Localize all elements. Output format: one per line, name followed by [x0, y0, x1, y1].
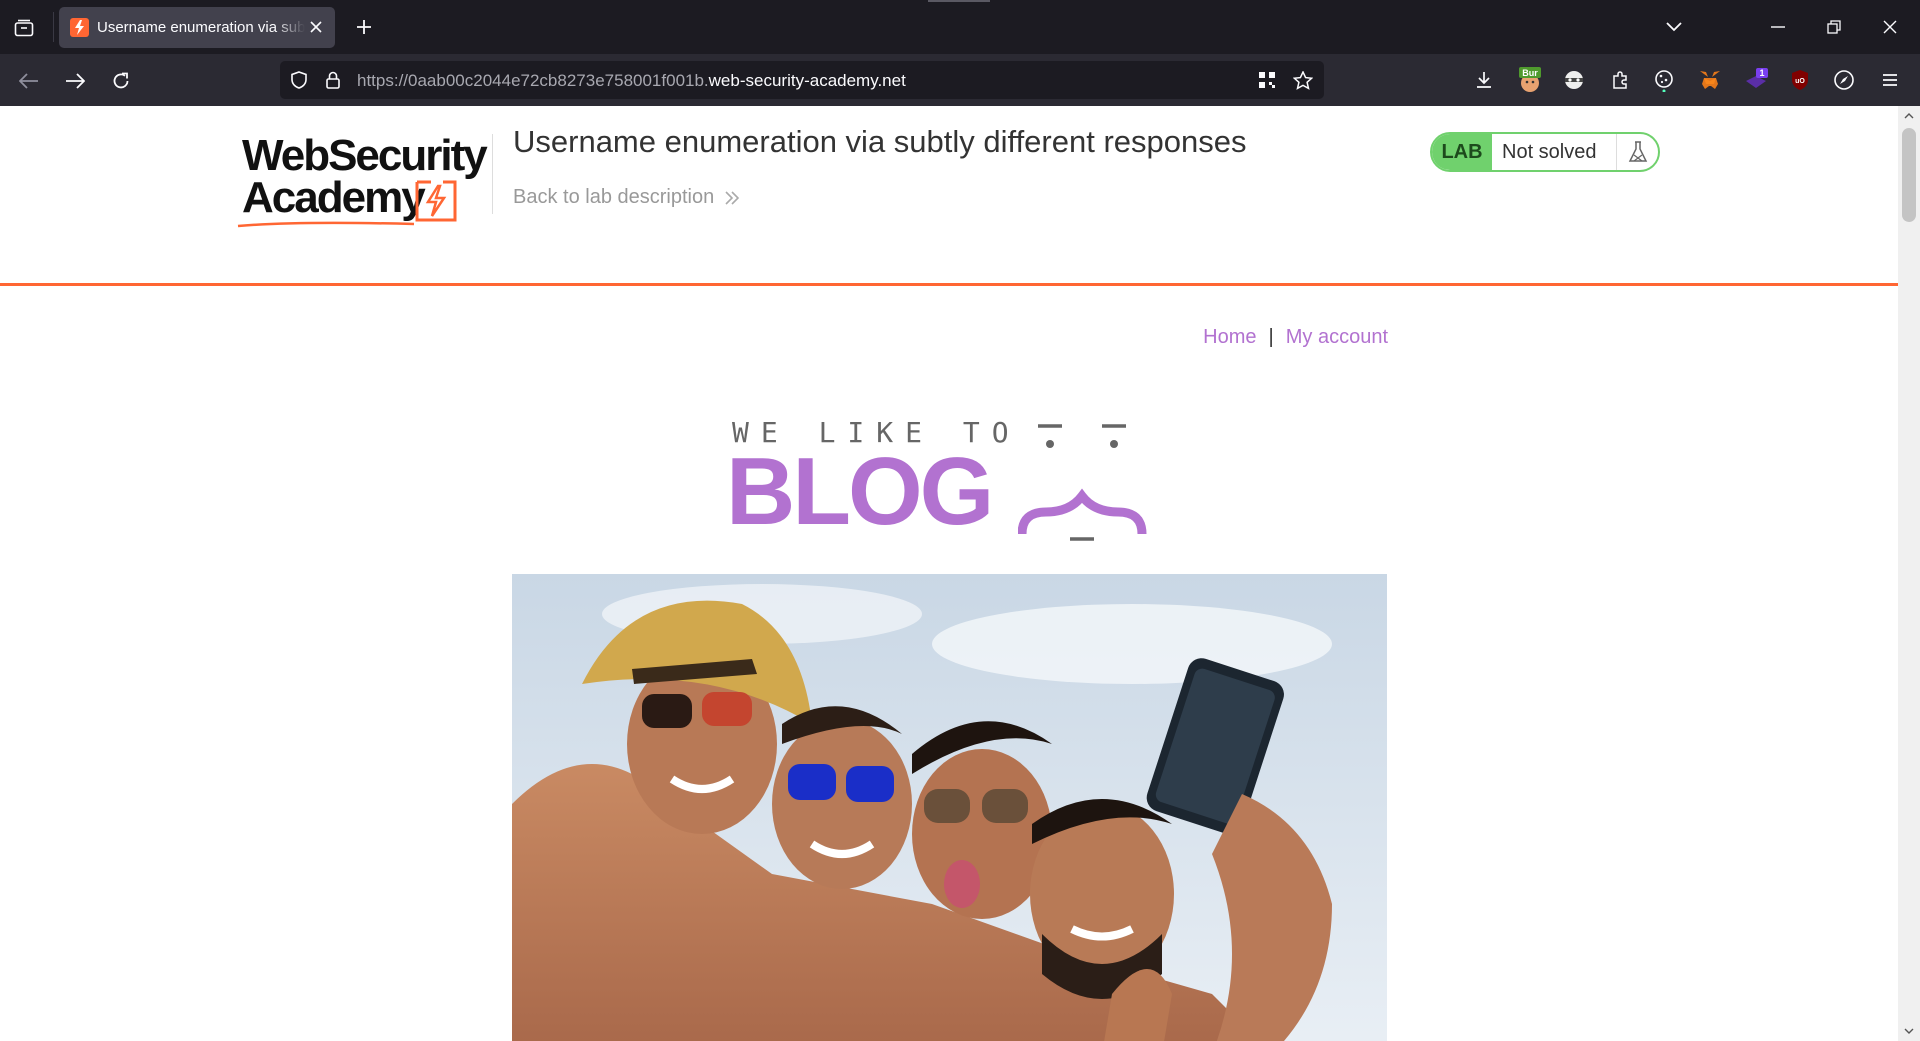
logo-line-1: WebSecurity	[242, 131, 488, 180]
tab-separator	[53, 12, 54, 42]
burp-icon[interactable]: Bur	[1516, 66, 1544, 94]
friends-selfie-photo	[512, 574, 1387, 1041]
page-scrollbar[interactable]	[1898, 106, 1920, 1041]
back-link-label: Back to lab description	[513, 186, 715, 208]
navigation-toolbar: https://0aab00c2044e72cb8273e758001f001b…	[0, 54, 1920, 106]
blog-face-icon	[1018, 424, 1147, 541]
lab-badge: LAB	[1432, 134, 1492, 170]
nav-separator: |	[1268, 326, 1274, 348]
notifier-icon[interactable]: 1	[1742, 66, 1770, 94]
tab-active[interactable]: Username enumeration via subtly differen…	[59, 7, 335, 48]
shield-icon[interactable]	[289, 70, 309, 90]
web-security-academy-logo[interactable]: WebSecurity Academy	[237, 128, 488, 232]
bookmark-star-icon[interactable]	[1293, 70, 1313, 90]
double-chevron-right-icon	[725, 190, 740, 205]
lab-status-widget: LAB Not solved	[1430, 132, 1660, 172]
window-drag-indicator	[928, 0, 990, 2]
ublock-label: uO	[1795, 78, 1805, 85]
menu-icon[interactable]	[1876, 66, 1904, 94]
restore-icon[interactable]	[1818, 12, 1850, 42]
burp-badge-text: Bur	[1522, 68, 1538, 78]
scroll-down-arrow-icon[interactable]	[1903, 1025, 1915, 1037]
lock-icon[interactable]	[323, 70, 343, 90]
tab-bar: Username enumeration via subtly differen…	[0, 0, 1920, 54]
lab-header: WebSecurity Academy Username enumeration…	[0, 106, 1898, 286]
logo-underline	[237, 221, 415, 228]
address-bar[interactable]: https://0aab00c2044e72cb8273e758001f001b…	[280, 61, 1324, 99]
back-arrow-icon[interactable]	[14, 66, 44, 96]
logo-line-2: Academy	[242, 173, 426, 222]
logo-bolt-icon	[415, 180, 457, 222]
close-window-icon[interactable]	[1874, 12, 1906, 42]
downloads-icon[interactable]	[1470, 66, 1498, 94]
scrollbar-thumb[interactable]	[1902, 128, 1916, 222]
cookie-icon[interactable]	[1650, 66, 1678, 94]
url-text[interactable]: https://0aab00c2044e72cb8273e758001f001b…	[357, 71, 906, 91]
minimize-icon[interactable]	[1762, 12, 1794, 42]
nav-my-account-link[interactable]: My account	[1286, 326, 1388, 349]
forward-arrow-icon[interactable]	[60, 66, 90, 96]
privacy-badger-icon[interactable]	[1560, 66, 1588, 94]
blog-banner: WE LIKE TO BLOG	[726, 406, 1166, 546]
compass-icon[interactable]	[1830, 66, 1858, 94]
tab-overflow-chevron-icon[interactable]	[1658, 12, 1690, 42]
lab-status-text: Not solved	[1502, 140, 1597, 163]
page-viewport: WebSecurity Academy Username enumeration…	[0, 106, 1898, 1041]
lab-title: Username enumeration via subtly differen…	[513, 124, 1247, 159]
new-tab-icon[interactable]	[350, 13, 378, 41]
logo-divider	[492, 134, 493, 214]
notifier-badge-count: 1	[1759, 68, 1764, 78]
site-navigation: Home | My account	[1196, 326, 1388, 349]
flask-icon	[1616, 134, 1658, 170]
url-domain: web-security-academy.net	[708, 71, 906, 90]
qr-code-icon[interactable]	[1257, 70, 1277, 90]
blog-post-hero-image[interactable]	[512, 574, 1387, 1041]
scroll-up-arrow-icon[interactable]	[1903, 110, 1915, 122]
extensions-icon[interactable]	[1606, 66, 1634, 94]
tab-list-icon[interactable]	[10, 14, 38, 42]
metamask-icon[interactable]	[1696, 66, 1724, 94]
portswigger-favicon-icon	[70, 18, 89, 37]
reload-icon[interactable]	[106, 66, 136, 96]
blog-word: BLOG	[726, 438, 994, 545]
tab-title: Username enumeration via subtly differen…	[97, 19, 305, 36]
ublock-origin-icon[interactable]: uO	[1786, 66, 1814, 94]
nav-home-link[interactable]: Home	[1203, 326, 1256, 349]
back-to-lab-description-link[interactable]: Back to lab description	[513, 186, 740, 209]
url-prefix: https://0aab00c2044e72cb8273e758001f001b…	[357, 71, 709, 90]
close-tab-icon[interactable]	[307, 18, 325, 36]
